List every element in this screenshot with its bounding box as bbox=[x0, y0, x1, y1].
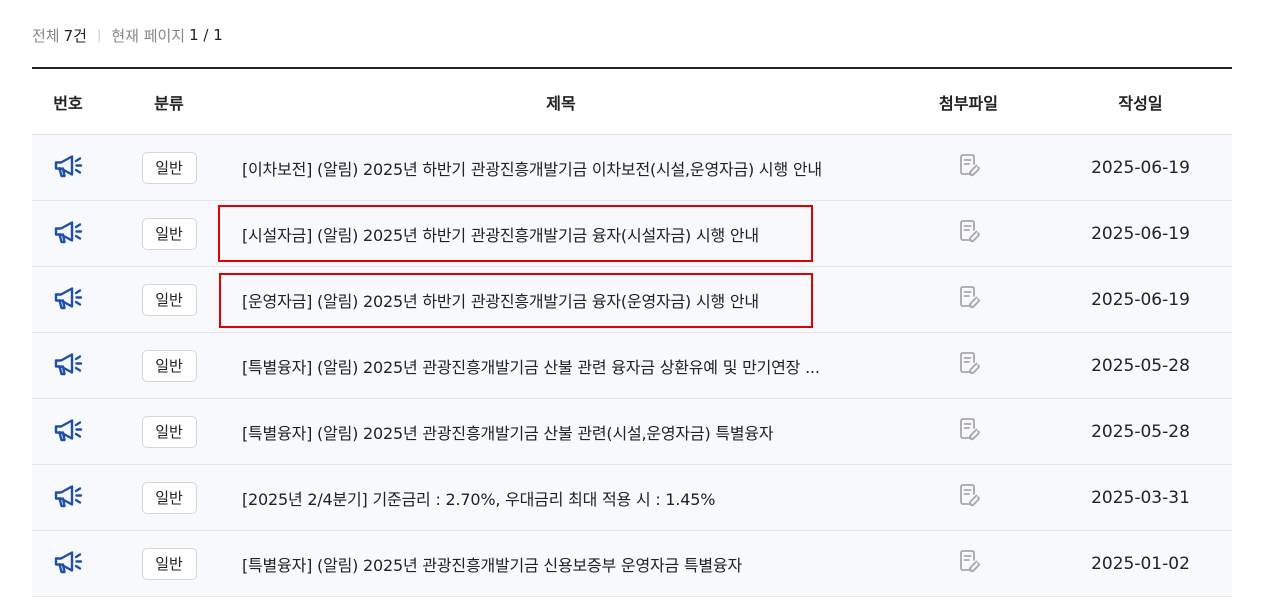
megaphone-icon bbox=[53, 219, 83, 249]
summary-divider: | bbox=[96, 27, 102, 43]
header-no: 번호 bbox=[53, 93, 83, 113]
table-row[interactable]: 일반 [운영자금] (알림) 2025년 하반기 관광진흥개발기금 융자(운영자… bbox=[32, 267, 1232, 333]
megaphone-icon bbox=[53, 351, 83, 381]
attachment-file-icon[interactable] bbox=[958, 219, 980, 249]
table-row[interactable]: 일반 [특별융자] (알림) 2025년 관광진흥개발기금 산불 관련(시설,운… bbox=[32, 399, 1232, 465]
header-date: 작성일 bbox=[1118, 93, 1163, 113]
category-badge: 일반 bbox=[141, 481, 197, 514]
attachment-file-icon[interactable] bbox=[958, 417, 980, 447]
table-row[interactable]: 일반 [특별융자] (알림) 2025년 관광진흥개발기금 산불 관련 융자금 … bbox=[32, 333, 1232, 399]
post-title-link[interactable]: [이차보전] (알림) 2025년 하반기 관광진흥개발기금 이차보전(시설,운… bbox=[242, 156, 822, 180]
post-date: 2025-05-28 bbox=[1091, 355, 1190, 376]
notice-board-table: 번호 분류 제목 첨부파일 작성일 일반 [이차보전] (알림) 2025년 하… bbox=[32, 67, 1232, 597]
table-row[interactable]: 일반 [특별융자] (알림) 2025년 관광진흥개발기금 신용보증부 운영자금… bbox=[32, 531, 1232, 597]
category-badge: 일반 bbox=[141, 349, 197, 382]
category-badge: 일반 bbox=[141, 217, 197, 250]
board-summary: 전체 7건 | 현재 페이지 1 / 1 bbox=[32, 25, 223, 45]
page-label: 현재 페이지 bbox=[111, 26, 186, 45]
post-date: 2025-06-19 bbox=[1091, 223, 1190, 244]
table-row[interactable]: 일반 [시설자금] (알림) 2025년 하반기 관광진흥개발기금 융자(시설자… bbox=[32, 201, 1232, 267]
attachment-file-icon[interactable] bbox=[958, 285, 980, 315]
post-title-link[interactable]: [운영자금] (알림) 2025년 하반기 관광진흥개발기금 융자(운영자금) … bbox=[242, 288, 759, 312]
post-date: 2025-06-19 bbox=[1091, 157, 1190, 178]
megaphone-icon bbox=[53, 549, 83, 579]
total-count: 7건 bbox=[63, 26, 87, 45]
table-body: 일반 [이차보전] (알림) 2025년 하반기 관광진흥개발기금 이차보전(시… bbox=[32, 135, 1232, 597]
table-row[interactable]: 일반 [2025년 2/4분기] 기준금리 : 2.70%, 우대금리 최대 적… bbox=[32, 465, 1232, 531]
post-title-link[interactable]: [특별융자] (알림) 2025년 관광진흥개발기금 산불 관련 융자금 상환유… bbox=[242, 354, 820, 378]
attachment-file-icon[interactable] bbox=[958, 549, 980, 579]
category-badge: 일반 bbox=[141, 547, 197, 580]
post-date: 2025-06-19 bbox=[1091, 289, 1190, 310]
attachment-file-icon[interactable] bbox=[958, 483, 980, 513]
table-header: 번호 분류 제목 첨부파일 작성일 bbox=[32, 67, 1232, 135]
header-attachment: 첨부파일 bbox=[939, 93, 998, 113]
post-title-link[interactable]: [시설자금] (알림) 2025년 하반기 관광진흥개발기금 융자(시설자금) … bbox=[242, 222, 759, 246]
category-badge: 일반 bbox=[141, 283, 197, 316]
header-title: 제목 bbox=[546, 93, 576, 113]
megaphone-icon bbox=[53, 483, 83, 513]
post-date: 2025-03-31 bbox=[1091, 487, 1190, 508]
post-title-link[interactable]: [2025년 2/4분기] 기준금리 : 2.70%, 우대금리 최대 적용 시… bbox=[242, 486, 715, 510]
post-title-link[interactable]: [특별융자] (알림) 2025년 관광진흥개발기금 신용보증부 운영자금 특별… bbox=[242, 552, 742, 576]
post-date: 2025-01-02 bbox=[1091, 553, 1190, 574]
header-category: 분류 bbox=[154, 93, 184, 113]
category-badge: 일반 bbox=[141, 415, 197, 448]
category-badge: 일반 bbox=[141, 151, 197, 184]
table-row[interactable]: 일반 [이차보전] (알림) 2025년 하반기 관광진흥개발기금 이차보전(시… bbox=[32, 135, 1232, 201]
attachment-file-icon[interactable] bbox=[958, 351, 980, 381]
post-date: 2025-05-28 bbox=[1091, 421, 1190, 442]
megaphone-icon bbox=[53, 285, 83, 315]
megaphone-icon bbox=[53, 417, 83, 447]
attachment-file-icon[interactable] bbox=[958, 153, 980, 183]
total-label: 전체 bbox=[32, 26, 60, 45]
post-title-link[interactable]: [특별융자] (알림) 2025년 관광진흥개발기금 산불 관련(시설,운영자금… bbox=[242, 420, 773, 444]
page-value: 1 / 1 bbox=[189, 26, 223, 44]
megaphone-icon bbox=[53, 153, 83, 183]
